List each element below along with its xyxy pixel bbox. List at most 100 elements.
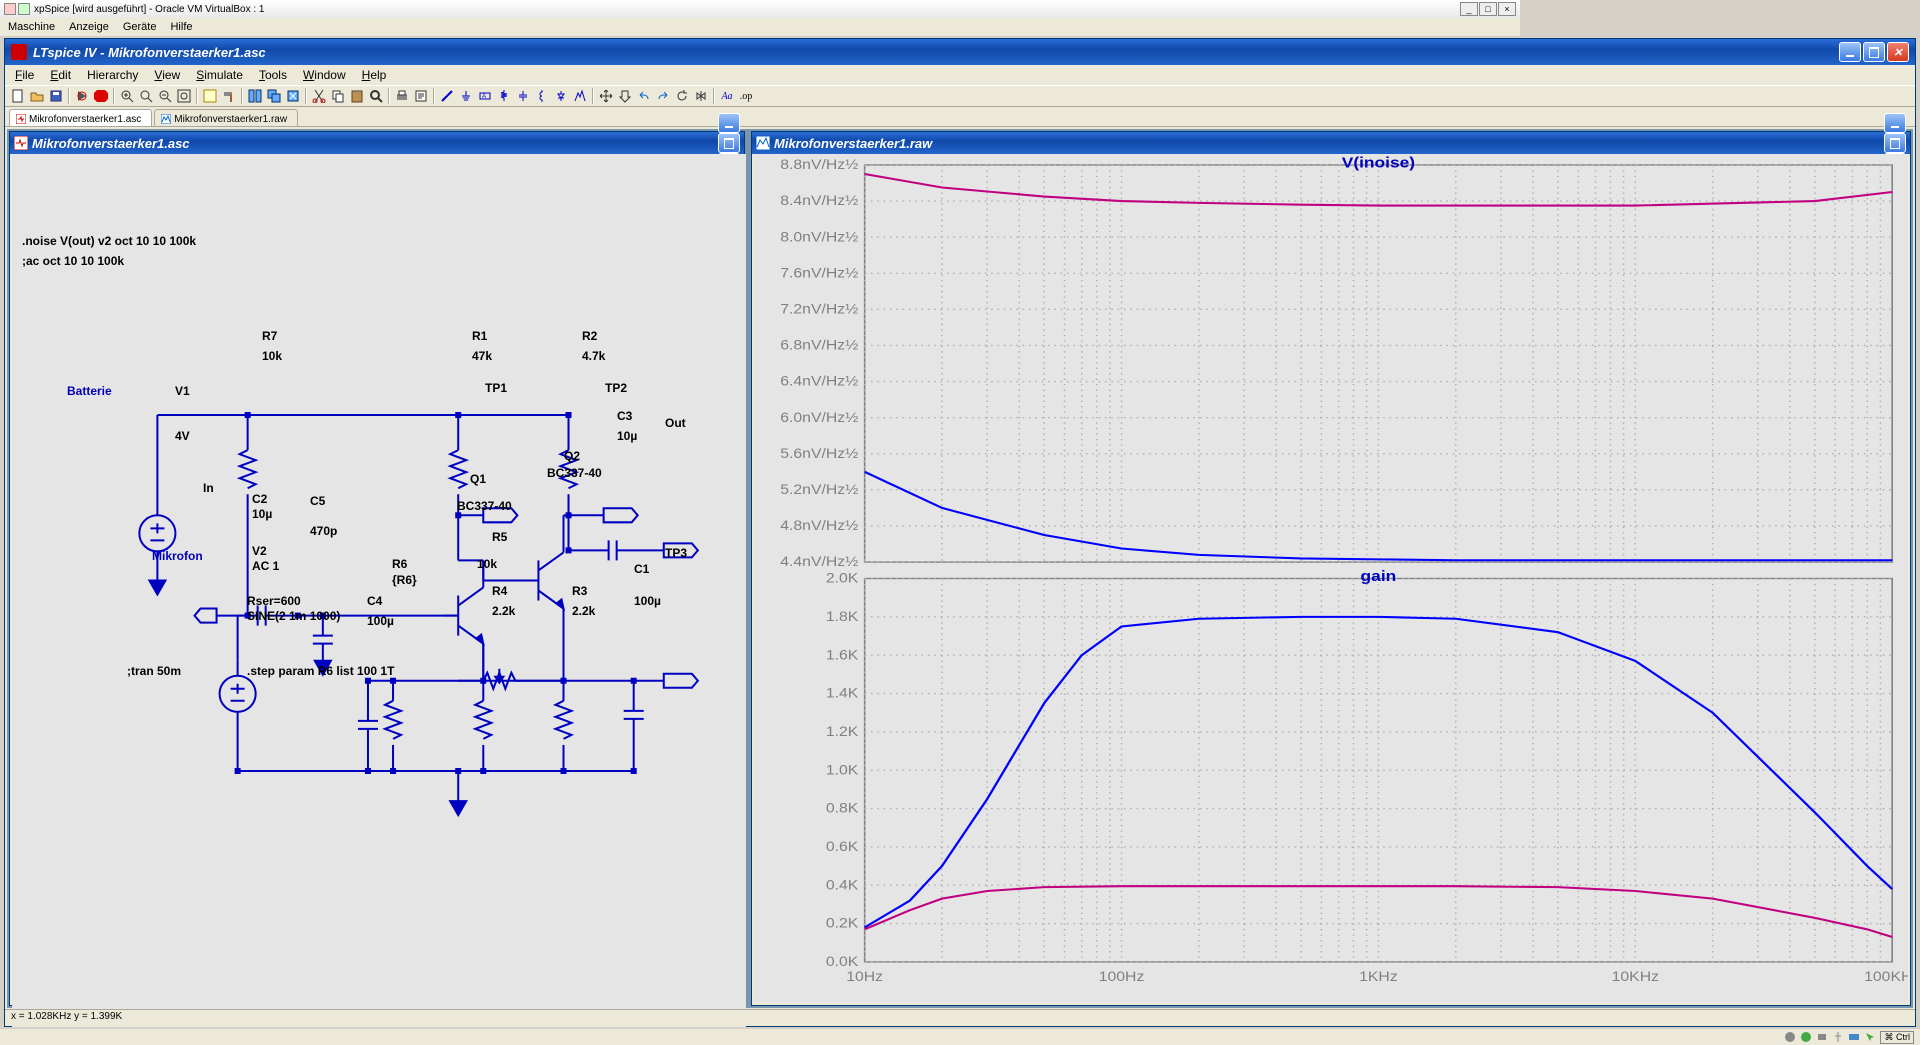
val-Q2[interactable]: BC337-40 [547, 466, 602, 480]
tool-copy[interactable] [329, 87, 347, 105]
tool-capacitor[interactable] [514, 87, 532, 105]
menu-view[interactable]: View [154, 68, 180, 82]
val-V2[interactable]: AC 1 [252, 559, 279, 573]
directive-tran[interactable]: ;tran 50m [127, 664, 181, 678]
directive-ac[interactable]: ;ac oct 10 10 100k [22, 254, 124, 268]
comp-R6[interactable]: R6 [392, 557, 407, 571]
vbox-close-button[interactable]: × [1498, 2, 1516, 16]
vbox-menu-anzeige[interactable]: Anzeige [69, 21, 109, 33]
menu-tools[interactable]: Tools [259, 68, 287, 82]
tool-save[interactable] [47, 87, 65, 105]
tool-paste[interactable] [348, 87, 366, 105]
tool-ground[interactable] [457, 87, 475, 105]
tool-close-all[interactable] [284, 87, 302, 105]
tool-diode[interactable] [552, 87, 570, 105]
tool-text-note[interactable]: Aa [718, 87, 736, 105]
schematic-window-titlebar[interactable]: Mikrofonverstaerker1.asc [10, 132, 744, 154]
plot-window-titlebar[interactable]: Mikrofonverstaerker1.raw [752, 132, 1910, 154]
directive-noise[interactable]: .noise V(out) v2 oct 10 10 100k [22, 234, 196, 248]
tool-cascade[interactable] [265, 87, 283, 105]
plot-max-button[interactable] [1884, 133, 1906, 153]
comp-R4[interactable]: R4 [492, 584, 507, 598]
comp-C1[interactable]: C1 [634, 562, 649, 576]
val-R1[interactable]: 47k [472, 349, 492, 363]
ltspice-min-button[interactable] [1839, 42, 1861, 62]
tool-setup[interactable] [412, 87, 430, 105]
tool-rotate[interactable] [673, 87, 691, 105]
tool-label[interactable]: A [476, 87, 494, 105]
val-V1[interactable]: 4V [175, 429, 190, 443]
tool-find[interactable] [367, 87, 385, 105]
net-tp2[interactable]: TP2 [605, 381, 627, 395]
tool-open[interactable] [28, 87, 46, 105]
comp-C2[interactable]: C2 [252, 492, 267, 506]
tool-redo[interactable] [654, 87, 672, 105]
tool-zoom-out[interactable] [156, 87, 174, 105]
val-C1[interactable]: 100µ [634, 594, 661, 608]
vbox-menu-geraete[interactable]: Geräte [123, 21, 157, 33]
menu-hierarchy[interactable]: Hierarchy [87, 68, 138, 82]
comp-R2[interactable]: R2 [582, 329, 597, 343]
menu-edit[interactable]: Edit [50, 68, 71, 82]
comp-C4[interactable]: C4 [367, 594, 382, 608]
menu-help[interactable]: Help [362, 68, 387, 82]
vbox-menu-hilfe[interactable]: Hilfe [170, 21, 192, 33]
tab-asc[interactable]: Mikrofonverstaerker1.asc [9, 109, 152, 126]
tool-zoom-fit[interactable] [175, 87, 193, 105]
tool-print[interactable] [393, 87, 411, 105]
comp-C5[interactable]: C5 [310, 494, 325, 508]
comp-V2[interactable]: V2 [252, 544, 267, 558]
val-R2[interactable]: 4.7k [582, 349, 605, 363]
tool-undo[interactable] [635, 87, 653, 105]
comp-R5[interactable]: R5 [492, 530, 507, 544]
extra1-V2[interactable]: Rser=600 [247, 594, 301, 608]
ltspice-max-button[interactable] [1863, 42, 1885, 62]
plot-min-button[interactable] [1884, 113, 1906, 133]
val-R6[interactable]: {R6} [392, 573, 417, 587]
val-Q1[interactable]: BC337-40 [457, 499, 512, 513]
vbox-min-button[interactable]: _ [1460, 2, 1478, 16]
tool-spice-directive[interactable]: .op [737, 87, 755, 105]
menu-window[interactable]: Window [303, 68, 346, 82]
val-R5[interactable]: 10k [477, 557, 497, 571]
tool-hammer[interactable] [220, 87, 238, 105]
net-tp3[interactable]: TP3 [665, 546, 687, 560]
tool-new[interactable] [9, 87, 27, 105]
val-C2[interactable]: 10µ [252, 507, 272, 521]
net-in[interactable]: In [203, 481, 214, 495]
tool-wire[interactable] [438, 87, 456, 105]
tool-resistor[interactable] [495, 87, 513, 105]
val-R3[interactable]: 2.2k [572, 604, 595, 618]
tool-drag[interactable] [616, 87, 634, 105]
val-C5[interactable]: 470p [310, 524, 337, 538]
net-out[interactable]: Out [665, 416, 686, 430]
comp-Q1[interactable]: Q1 [470, 472, 486, 486]
schematic-canvas[interactable]: .noise V(out) v2 oct 10 10 100k ;ac oct … [12, 154, 746, 1027]
vbox-menu-maschine[interactable]: Maschine [8, 21, 55, 33]
comp-R3[interactable]: R3 [572, 584, 587, 598]
tool-mirror[interactable] [692, 87, 710, 105]
tool-move[interactable] [597, 87, 615, 105]
tool-autorange[interactable] [201, 87, 219, 105]
vbox-max-button[interactable]: □ [1479, 2, 1497, 16]
val-C3[interactable]: 10µ [617, 429, 637, 443]
comp-R7[interactable]: R7 [262, 329, 277, 343]
tab-raw[interactable]: Mikrofonverstaerker1.raw [154, 109, 298, 126]
tool-run[interactable] [73, 87, 91, 105]
comp-V1[interactable]: V1 [175, 384, 190, 398]
tool-cut[interactable] [310, 87, 328, 105]
tool-inductor[interactable] [533, 87, 551, 105]
tool-stop[interactable] [92, 87, 110, 105]
val-R7[interactable]: 10k [262, 349, 282, 363]
tool-zoom-in[interactable] [118, 87, 136, 105]
comp-Q2[interactable]: Q2 [564, 449, 580, 463]
schematic-max-button[interactable] [718, 133, 740, 153]
comp-C3[interactable]: C3 [617, 409, 632, 423]
tool-component[interactable] [571, 87, 589, 105]
val-R4[interactable]: 2.2k [492, 604, 515, 618]
menu-file[interactable]: File [15, 68, 34, 82]
schematic-min-button[interactable] [718, 113, 740, 133]
tool-pan[interactable] [137, 87, 155, 105]
val-C4[interactable]: 100µ [367, 614, 394, 628]
ltspice-close-button[interactable] [1887, 42, 1909, 62]
